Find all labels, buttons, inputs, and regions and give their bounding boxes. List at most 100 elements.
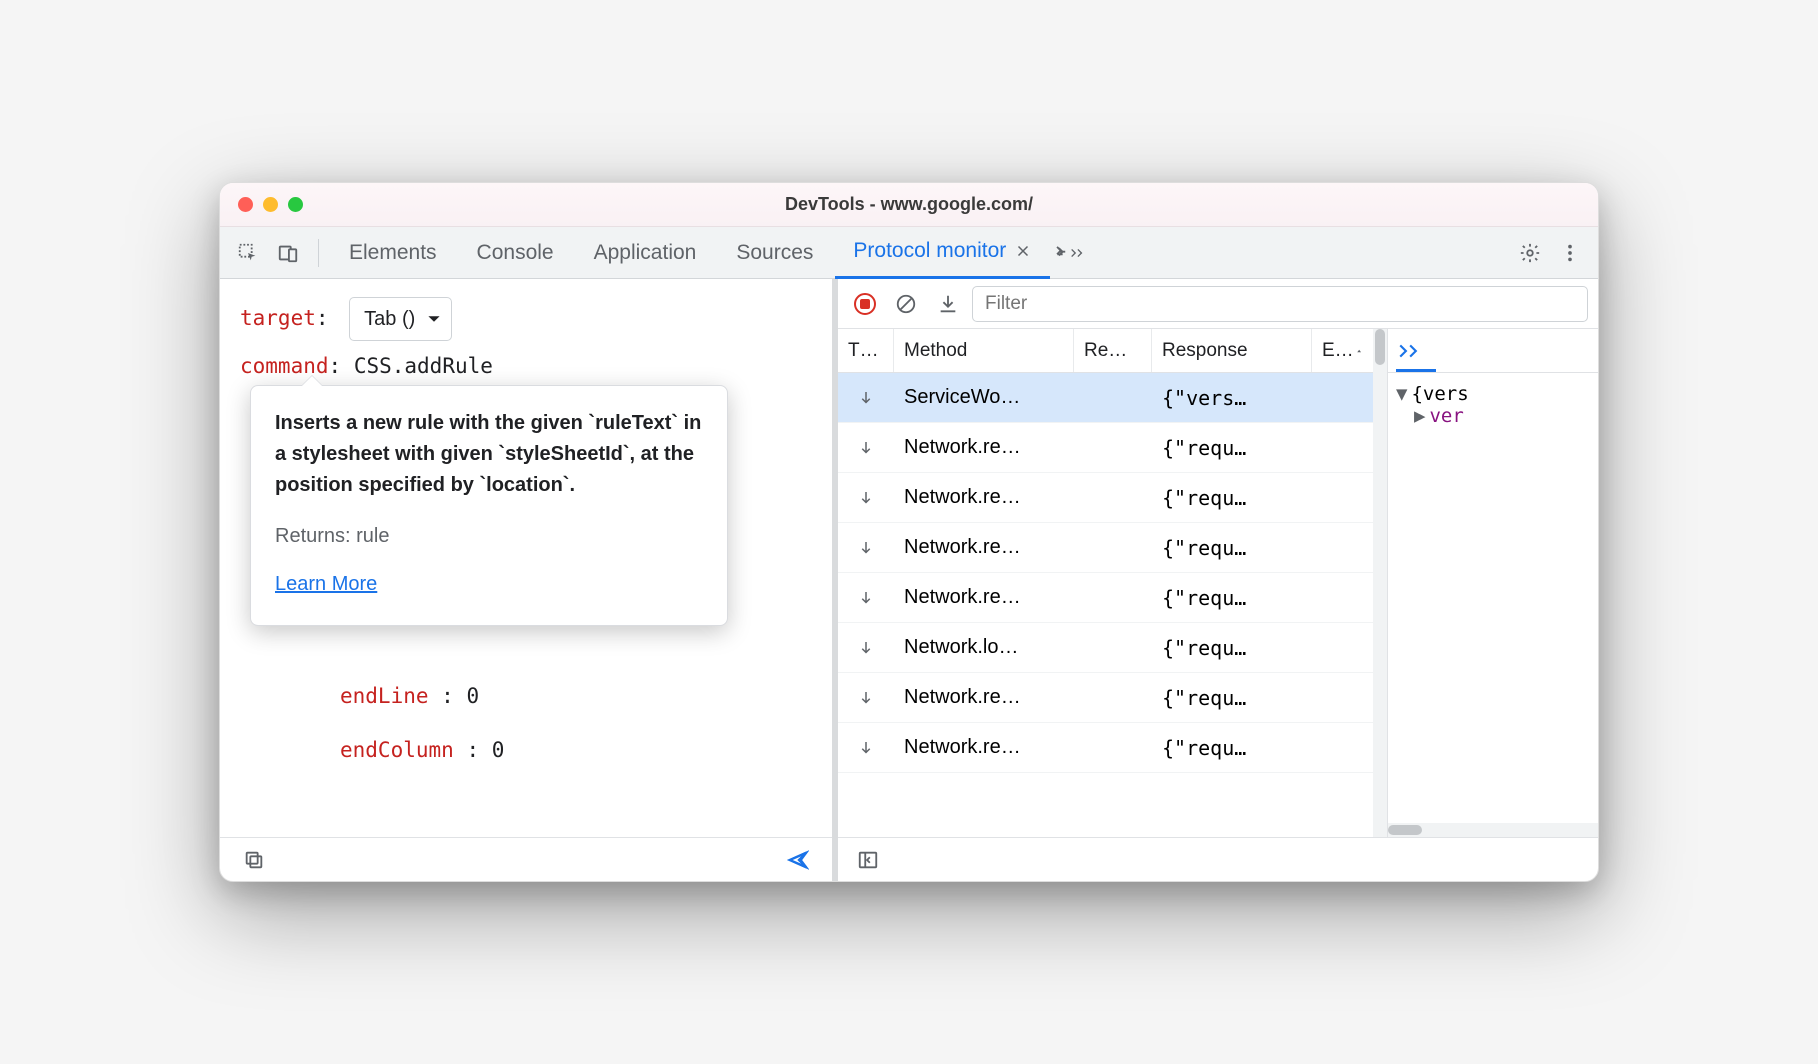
parameters-block: endLine : 0 endColumn : 0 <box>340 677 812 771</box>
main-tabbar: Elements Console Application Sources Pro… <box>220 227 1598 279</box>
table-row[interactable]: ServiceWo… {"vers… <box>838 373 1373 423</box>
horizontal-scrollbar[interactable] <box>1388 823 1598 837</box>
row-response: {"requ… <box>1152 636 1312 660</box>
titlebar: DevTools - www.google.com/ <box>220 183 1598 227</box>
target-value: Tab () <box>364 300 415 338</box>
protocol-monitor-pane: T… Method Re… Response E… ServiceWo… {"ve… <box>838 279 1598 881</box>
protocol-body: T… Method Re… Response E… ServiceWo… {"ve… <box>838 329 1598 837</box>
table-header: T… Method Re… Response E… <box>838 329 1373 373</box>
sort-asc-icon <box>1356 346 1362 356</box>
row-direction-icon <box>838 489 894 507</box>
col-type[interactable]: T… <box>838 329 894 372</box>
table-row[interactable]: Network.re… {"requ… <box>838 423 1373 473</box>
col-request[interactable]: Re… <box>1074 329 1152 372</box>
row-response: {"requ… <box>1152 686 1312 710</box>
target-select[interactable]: Tab () <box>349 297 452 341</box>
send-command-button[interactable] <box>780 842 816 878</box>
protocol-toolbar <box>838 279 1598 329</box>
param-key: endLine <box>340 684 429 708</box>
command-editor[interactable]: target: Tab () command: CSS.addRule endL… <box>220 279 832 837</box>
protocol-table: T… Method Re… Response E… ServiceWo… {"ve… <box>838 329 1388 837</box>
row-method: Network.re… <box>894 436 1074 459</box>
row-response: {"requ… <box>1152 436 1312 460</box>
tab-elements[interactable]: Elements <box>331 227 455 279</box>
row-method: Network.re… <box>894 536 1074 559</box>
command-line: command: CSS.addRule <box>240 347 812 387</box>
tab-label: Protocol monitor <box>853 239 1006 263</box>
inspect-element-icon[interactable] <box>230 235 266 271</box>
row-response: {"requ… <box>1152 486 1312 510</box>
col-elapsed[interactable]: E… <box>1312 329 1372 372</box>
record-button[interactable] <box>848 287 882 321</box>
row-direction-icon <box>838 739 894 757</box>
maximize-window-button[interactable] <box>288 197 303 212</box>
learn-more-link[interactable]: Learn More <box>275 565 703 603</box>
toggle-sidebar-icon[interactable] <box>850 842 886 878</box>
devtools-window: DevTools - www.google.com/ Elements Cons… <box>219 182 1599 882</box>
kebab-menu-icon[interactable] <box>1552 235 1588 271</box>
row-direction-icon <box>838 639 894 657</box>
settings-icon[interactable] <box>1512 235 1548 271</box>
tooltip-returns: Returns: rule <box>275 517 703 555</box>
row-method: Network.lo… <box>894 636 1074 659</box>
download-icon[interactable] <box>930 286 966 322</box>
col-method[interactable]: Method <box>894 329 1074 372</box>
tree-child[interactable]: ▶ ver <box>1396 405 1590 427</box>
target-line: target: Tab () <box>240 297 812 341</box>
row-direction-icon <box>838 689 894 707</box>
row-direction-icon <box>838 389 894 407</box>
close-tab-icon[interactable] <box>1014 242 1032 260</box>
row-method: Network.re… <box>894 486 1074 509</box>
col-response[interactable]: Response <box>1152 329 1312 372</box>
copy-icon[interactable] <box>236 842 272 878</box>
table-row[interactable]: Network.re…{"requ… <box>838 723 1373 773</box>
param-key: endColumn <box>340 738 454 762</box>
row-response: {"requ… <box>1152 586 1312 610</box>
filter-input[interactable] <box>972 286 1588 322</box>
command-tooltip: Inserts a new rule with the given `ruleT… <box>250 385 728 626</box>
param-endline: endLine : 0 <box>340 677 812 717</box>
content-area: target: Tab () command: CSS.addRule endL… <box>220 279 1598 881</box>
row-direction-icon <box>838 439 894 457</box>
traffic-lights <box>238 197 303 212</box>
divider <box>318 239 319 267</box>
detail-tab-more[interactable] <box>1388 329 1598 373</box>
param-value: 0 <box>466 684 479 708</box>
tooltip-description: Inserts a new rule with the given `ruleT… <box>275 408 703 501</box>
target-keyword: target <box>240 306 316 330</box>
tab-application[interactable]: Application <box>576 227 715 279</box>
tab-label: Console <box>477 241 554 265</box>
close-window-button[interactable] <box>238 197 253 212</box>
tab-sources[interactable]: Sources <box>718 227 831 279</box>
tab-console[interactable]: Console <box>459 227 572 279</box>
table-row[interactable]: Network.re…{"requ… <box>838 523 1373 573</box>
tree-root[interactable]: ▼ {vers <box>1396 383 1590 405</box>
row-direction-icon <box>838 589 894 607</box>
minimize-window-button[interactable] <box>263 197 278 212</box>
vertical-scrollbar[interactable] <box>1373 329 1387 837</box>
tab-protocol-monitor[interactable]: Protocol monitor <box>835 227 1050 279</box>
command-keyword: command <box>240 354 329 378</box>
row-method: ServiceWo… <box>894 386 1074 409</box>
row-method: Network.re… <box>894 586 1074 609</box>
table-row[interactable]: Network.lo… {"requ… <box>838 623 1373 673</box>
param-endcolumn: endColumn : 0 <box>340 731 812 771</box>
table-row[interactable]: Network.re… {"requ… <box>838 673 1373 723</box>
chevron-down-icon <box>427 312 441 326</box>
detail-tree[interactable]: ▼ {vers ▶ ver <box>1388 373 1598 823</box>
clear-icon[interactable] <box>888 286 924 322</box>
window-title: DevTools - www.google.com/ <box>220 194 1598 215</box>
tab-label: Elements <box>349 241 437 265</box>
row-response: {"vers… <box>1152 386 1312 410</box>
table-row[interactable]: Network.re… {"requ… <box>838 473 1373 523</box>
table-rows: ServiceWo…{"vers…Network.re…{"requ…Netwo… <box>838 373 1373 837</box>
table-row[interactable]: Network.re… {"requ… <box>838 573 1373 623</box>
row-method: Network.re… <box>894 736 1074 759</box>
detail-pane: ▼ {vers ▶ ver <box>1388 329 1598 837</box>
tree-key: ver <box>1429 405 1463 427</box>
device-toolbar-icon[interactable] <box>270 235 306 271</box>
editor-footer <box>220 837 832 881</box>
more-tabs-icon[interactable] <box>1054 235 1090 271</box>
row-method: Network.re… <box>894 686 1074 709</box>
command-editor-pane: target: Tab () command: CSS.addRule endL… <box>220 279 838 881</box>
